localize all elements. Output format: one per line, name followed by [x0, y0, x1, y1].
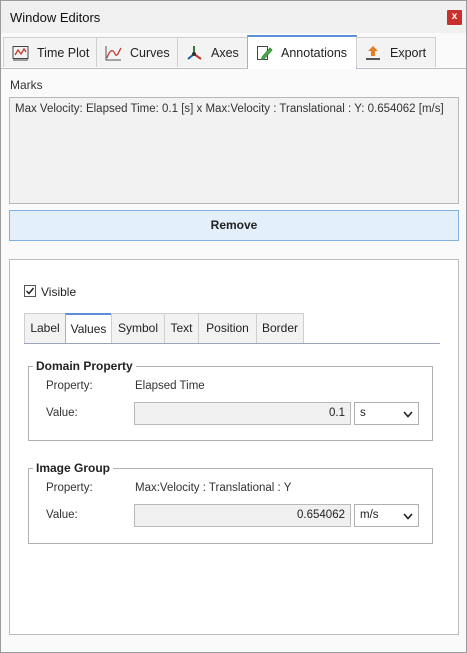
remove-button[interactable]: Remove: [9, 210, 459, 241]
property-value: Max:Velocity : Translational : Y: [135, 482, 292, 494]
tab-label: Axes: [211, 45, 239, 60]
tab-label: Export: [390, 45, 427, 60]
chevron-down-icon: [403, 411, 413, 418]
domain-value-field[interactable]: 0.1: [134, 402, 351, 425]
tab-annotations[interactable]: Annotations: [247, 35, 357, 69]
list-item[interactable]: Max Velocity: Elapsed Time: 0.1 [s] x Ma…: [15, 103, 453, 115]
tab-time-plot[interactable]: Time Plot: [3, 37, 97, 67]
tab-axes[interactable]: Axes: [177, 37, 248, 67]
tab-values[interactable]: Values: [65, 313, 112, 343]
axes-icon: [187, 45, 202, 60]
image-value-field[interactable]: 0.654062: [134, 504, 351, 527]
tab-label: Curves: [130, 45, 170, 60]
tab-text[interactable]: Text: [164, 313, 199, 343]
annotation-properties-panel: Visible Label Values Symbol Text Positio…: [9, 259, 459, 635]
tab-export[interactable]: Export: [356, 37, 436, 67]
time-plot-icon: [12, 45, 29, 60]
image-unit-select[interactable]: m/s: [354, 504, 419, 527]
close-button[interactable]: x: [447, 10, 462, 25]
domain-property-group: Domain Property Property: Elapsed Time V…: [28, 359, 433, 441]
main-tabs: Time Plot Curves Axes Annotations Export: [1, 35, 466, 69]
image-group: Image Group Property: Max:Velocity : Tra…: [28, 461, 433, 544]
visible-checkbox[interactable]: [24, 285, 36, 297]
sub-tabs: Label Values Symbol Text Position Border: [24, 313, 440, 344]
tab-label[interactable]: Label: [24, 313, 66, 343]
tab-curves[interactable]: Curves: [96, 37, 178, 67]
window-editors: Window Editors x Time Plot Curves Axes A…: [0, 0, 467, 653]
group-title: Domain Property: [33, 359, 136, 373]
export-icon: [366, 45, 380, 60]
chevron-down-icon: [403, 513, 413, 520]
value-label: Value:: [46, 509, 78, 521]
unit-value: m/s: [360, 509, 379, 521]
annotations-icon: [257, 46, 273, 61]
curves-icon: [105, 45, 122, 60]
visible-label: Visible: [41, 285, 77, 299]
tab-border[interactable]: Border: [256, 313, 304, 343]
tab-label: Time Plot: [37, 45, 90, 60]
property-value: Elapsed Time: [135, 380, 205, 392]
group-title: Image Group: [33, 461, 114, 475]
window-title: Window Editors: [10, 10, 101, 25]
tab-position[interactable]: Position: [198, 313, 257, 343]
property-label: Property:: [46, 380, 93, 392]
value-label: Value:: [46, 407, 78, 419]
title-bar: Window Editors x: [1, 1, 466, 33]
marks-list[interactable]: Max Velocity: Elapsed Time: 0.1 [s] x Ma…: [9, 97, 459, 204]
check-icon: [25, 287, 35, 295]
marks-label: Marks: [10, 78, 43, 92]
domain-unit-select[interactable]: s: [354, 402, 419, 425]
tab-label: Annotations: [281, 46, 348, 60]
unit-value: s: [360, 407, 366, 419]
property-label: Property:: [46, 482, 93, 494]
tab-symbol[interactable]: Symbol: [111, 313, 165, 343]
